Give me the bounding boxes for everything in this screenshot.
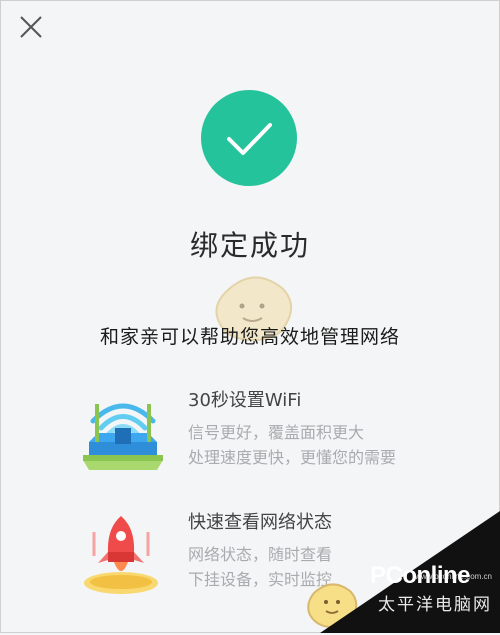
feature-desc-line: 处理速度更快，更懂您的需要: [188, 448, 397, 467]
watermark-logo: PConline: [369, 562, 471, 589]
page-title: 绑定成功: [189, 229, 310, 262]
wifi-router-icon: [80, 388, 166, 478]
checkmark-icon: [227, 123, 272, 155]
close-icon: [20, 16, 42, 38]
close-button[interactable]: [16, 12, 46, 42]
rocket-icon: [80, 510, 166, 600]
watermark-corner: www.pconline.com.cn PConline 太平洋电脑网: [320, 511, 500, 633]
feature-desc-line: 信号更好，覆盖面积更大: [188, 423, 365, 442]
watermark-cn: 太平洋电脑网: [378, 595, 492, 615]
subtitle: 和家亲可以帮助您高效地管理网络: [99, 326, 400, 348]
feature-title: 30秒设置WiFi: [188, 390, 302, 411]
success-badge: [201, 90, 297, 186]
